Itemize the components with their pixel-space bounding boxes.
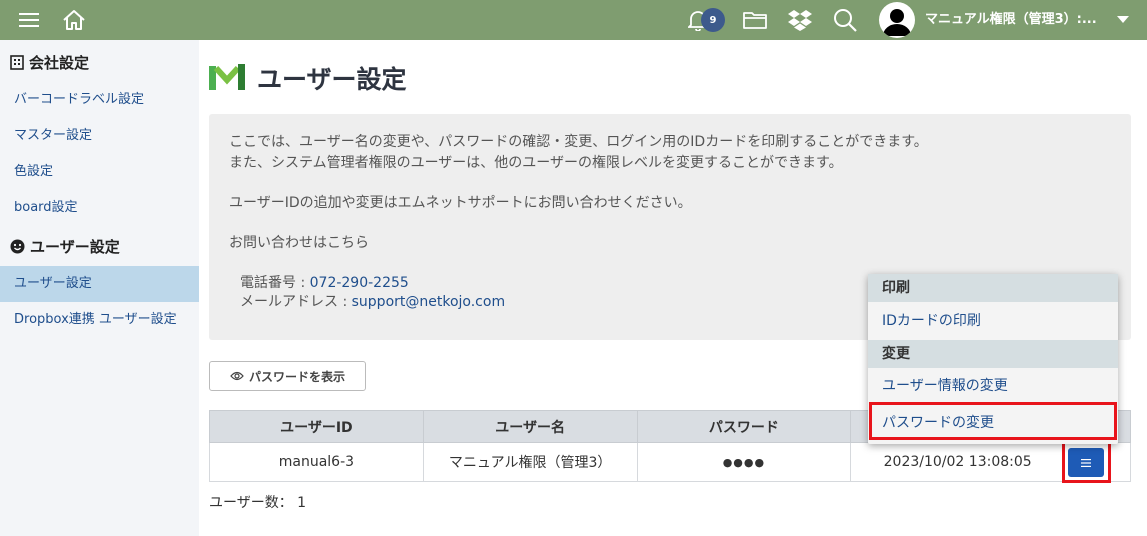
info-text-line4: お問い合わせはこちら (229, 235, 369, 251)
sidebar-section-company: 会社設定 (10, 49, 89, 75)
sidebar-section-label: ユーザー設定 (30, 237, 120, 256)
table-row: manual6-3 マニュアル権限（管理3） ●●●● 2023/10/02 1… (209, 442, 1131, 482)
hamburger-icon[interactable] (16, 0, 42, 40)
menu-item-change-user-info[interactable]: ユーザー情報の変更 (868, 368, 1118, 405)
sidebar-item-color[interactable]: 色設定 (0, 154, 199, 190)
building-icon (10, 54, 24, 70)
header-password: パスワード (636, 410, 852, 443)
user-count: ユーザー数： 1 (209, 495, 307, 511)
contact-email: メールアドレス : support@netkojo.com (240, 291, 505, 311)
show-password-label: パスワードを表示 (248, 369, 345, 384)
caret-down-icon[interactable] (1111, 0, 1135, 40)
folder-icon[interactable] (742, 0, 768, 40)
cell-user-name: マニュアル権限（管理3） (422, 442, 638, 482)
dropdown-section-change: 変更 (868, 340, 1118, 368)
header-user-name: ユーザー名 (422, 410, 638, 443)
info-text-line1: ここでは、ユーザー名の変更や、パスワードの確認・変更、ログイン用のIDカードを印… (229, 134, 928, 150)
menu-item-print-id-card[interactable]: IDカードの印刷 (868, 303, 1118, 340)
show-password-button[interactable]: パスワードを表示 (209, 361, 366, 391)
top-bar: 9 マニュアル権限（管理3）:... (0, 0, 1147, 40)
phone-link[interactable]: 072-290-2255 (310, 275, 409, 291)
user-name[interactable]: マニュアル権限（管理3）:... (925, 0, 1097, 40)
dropdown-section-print: 印刷 (868, 274, 1118, 302)
sidebar-item-board[interactable]: board設定 (0, 190, 199, 226)
sidebar: 会社設定 バーコードラベル設定 マスター設定 色設定 board設定 ユーザー設… (0, 40, 199, 536)
page-title: ユーザー設定 (257, 65, 407, 94)
row-action-dropdown: 印刷 IDカードの印刷 変更 ユーザー情報の変更 パスワードの変更 (868, 274, 1118, 444)
email-link[interactable]: support@netkojo.com (352, 294, 505, 310)
contact-phone: 電話番号 : 072-290-2255 (240, 272, 409, 292)
cell-user-id: manual6-3 (209, 442, 424, 482)
user-avatar-icon[interactable] (879, 2, 915, 38)
smiley-icon (10, 239, 25, 254)
home-icon[interactable] (60, 0, 88, 40)
cell-password: ●●●● (636, 442, 852, 482)
sidebar-section-user: ユーザー設定 (10, 233, 120, 259)
eye-icon (230, 371, 244, 381)
sidebar-item-barcode-label[interactable]: バーコードラベル設定 (0, 82, 199, 118)
dropbox-icon[interactable] (787, 0, 813, 40)
cell-updated: 2023/10/02 13:08:05 (850, 442, 1066, 482)
email-label: メールアドレス : (240, 294, 352, 310)
info-text-line2: また、システム管理者権限のユーザーは、他のユーザーの権限レベルを変更することがで… (229, 155, 843, 171)
notification-badge: 9 (701, 8, 725, 32)
row-menu-button[interactable] (1068, 448, 1104, 477)
phone-label: 電話番号 : (240, 275, 310, 291)
menu-item-change-password[interactable]: パスワードの変更 (868, 405, 1118, 442)
menu-lines-icon (1081, 455, 1091, 471)
header-user-id: ユーザーID (209, 410, 424, 443)
info-text-line3: ユーザーIDの追加や変更はエムネットサポートにお問い合わせください。 (229, 195, 692, 211)
page-header: ユーザー設定 (209, 58, 407, 98)
sidebar-item-dropbox-user-settings[interactable]: Dropbox連携 ユーザー設定 (0, 302, 199, 338)
search-icon[interactable] (832, 0, 858, 40)
sidebar-item-user-settings[interactable]: ユーザー設定 (0, 266, 199, 302)
app-logo-icon (209, 62, 245, 94)
sidebar-section-label: 会社設定 (29, 53, 90, 72)
sidebar-item-master[interactable]: マスター設定 (0, 118, 199, 154)
